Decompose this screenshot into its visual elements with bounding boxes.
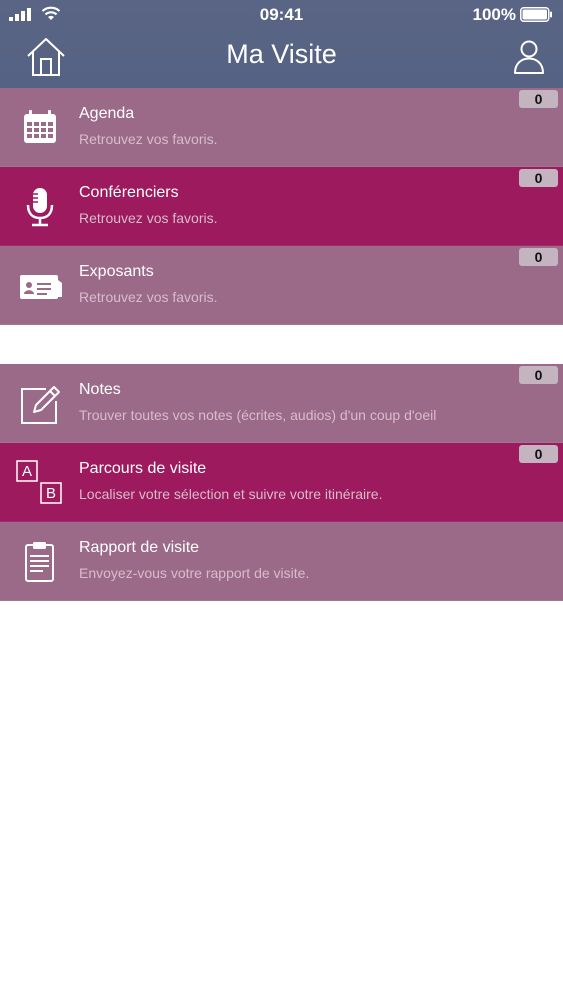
tools-list: Notes Trouver toutes vos notes (écrites,…	[0, 364, 563, 601]
menu-item-subtitle: Trouver toutes vos notes (écrites, audio…	[79, 407, 437, 423]
business-card-icon	[20, 275, 62, 299]
menu-item-parcours[interactable]: A B Parcours de visite Localiser votre s…	[0, 443, 563, 522]
count-badge: 0	[519, 445, 558, 463]
app-header: 09:41 100% Ma Visite	[0, 0, 563, 88]
battery-percentage: 100%	[472, 5, 516, 24]
menu-item-rapport[interactable]: Rapport de visite Envoyez-vous votre rap…	[0, 522, 563, 601]
note-edit-icon	[21, 386, 60, 424]
favorites-list: Agenda Retrouvez vos favoris. 0 Conféren…	[0, 88, 563, 325]
count-badge: 0	[519, 248, 558, 266]
route-ab-icon: A B	[16, 460, 62, 504]
menu-item-exposants[interactable]: Exposants Retrouvez vos favoris. 0	[0, 246, 563, 325]
user-icon[interactable]	[513, 39, 545, 75]
count-badge: 0	[519, 169, 558, 187]
clipboard-icon	[25, 542, 54, 582]
menu-item-subtitle: Localiser votre sélection et suivre votr…	[79, 486, 383, 502]
menu-item-title: Notes	[79, 381, 121, 398]
menu-item-conferenciers[interactable]: Conférenciers Retrouvez vos favoris. 0	[0, 167, 563, 246]
menu-item-title: Exposants	[79, 263, 154, 280]
battery-icon	[520, 7, 552, 22]
svg-text:B: B	[46, 485, 56, 502]
menu-item-subtitle: Retrouvez vos favoris.	[79, 131, 218, 147]
menu-item-agenda[interactable]: Agenda Retrouvez vos favoris. 0	[0, 88, 563, 167]
menu-item-notes[interactable]: Notes Trouver toutes vos notes (écrites,…	[0, 364, 563, 443]
status-bar: 09:41 100%	[0, 0, 563, 30]
menu-item-subtitle: Envoyez-vous votre rapport de visite.	[79, 565, 310, 581]
menu-item-subtitle: Retrouvez vos favoris.	[79, 210, 218, 226]
count-badge: 0	[519, 366, 558, 384]
count-badge: 0	[519, 90, 558, 108]
menu-item-title: Rapport de visite	[79, 539, 200, 556]
microphone-icon	[26, 188, 54, 227]
menu-item-title: Agenda	[79, 105, 135, 122]
page-title: Ma Visite	[226, 39, 337, 69]
menu-item-subtitle: Retrouvez vos favoris.	[79, 289, 218, 305]
menu-item-title: Parcours de visite	[79, 460, 207, 477]
calendar-icon	[24, 110, 56, 143]
svg-text:A: A	[22, 463, 32, 480]
menu-item-title: Conférenciers	[79, 184, 179, 201]
